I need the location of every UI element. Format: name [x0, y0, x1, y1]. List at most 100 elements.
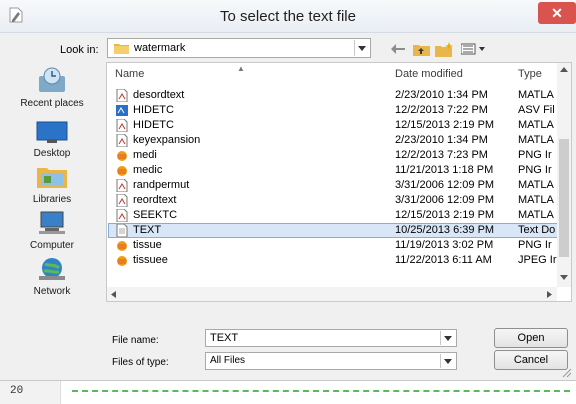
- m-file-icon: [116, 133, 128, 148]
- file-row[interactable]: medi 12/2/2013 7:23 PM PNG Ir: [109, 149, 557, 162]
- file-type: PNG Ir: [518, 239, 552, 251]
- file-type: ASV Fil: [518, 104, 555, 116]
- file-list: Name ▲ Date modified Type desordtext 2/23…: [106, 62, 572, 302]
- up-folder-icon[interactable]: [412, 40, 430, 58]
- resize-grip-icon[interactable]: [560, 366, 572, 378]
- file-row[interactable]: desordtext 2/23/2010 1:34 PM MATLA: [109, 88, 557, 103]
- file-name: tissuee: [133, 254, 168, 266]
- file-row[interactable]: medic 11/21/2013 1:18 PM PNG Ir: [109, 164, 557, 177]
- scroll-left-icon[interactable]: [111, 291, 116, 298]
- file-type-dropdown[interactable]: All Files: [205, 352, 457, 370]
- file-row[interactable]: HIDETC 12/2/2013 7:22 PM ASV Fil: [109, 104, 557, 117]
- sidebar-item-label: Computer: [30, 240, 74, 251]
- editor-background: 20: [0, 381, 576, 404]
- desktop-icon: [36, 121, 68, 143]
- column-header-type[interactable]: Type: [518, 63, 542, 85]
- column-header-date[interactable]: Date modified: [395, 63, 463, 85]
- file-row[interactable]: keyexpansion 2/23/2010 1:34 PM MATLA: [109, 133, 557, 148]
- chevron-down-icon[interactable]: [440, 354, 455, 368]
- sidebar-item-label: Libraries: [32, 194, 72, 205]
- look-in-value: watermark: [134, 42, 186, 54]
- file-type-value: All Files: [210, 355, 246, 366]
- file-type: JPEG Ir: [518, 254, 557, 266]
- file-date: 12/2/2013 7:22 PM: [395, 104, 488, 116]
- sidebar-item-computer[interactable]: Computer: [6, 210, 98, 251]
- file-type: PNG Ir: [518, 149, 552, 161]
- file-name: TEXT: [133, 224, 162, 236]
- image-file-icon: [116, 149, 128, 162]
- view-menu-icon[interactable]: [460, 40, 488, 58]
- vertical-scroll-thumb[interactable]: [559, 139, 569, 257]
- window-title: To select the text file: [220, 8, 356, 25]
- file-type: MATLA: [518, 89, 554, 101]
- sidebar-item-network[interactable]: Network: [6, 256, 98, 297]
- file-row[interactable]: reordtext 3/31/2006 12:09 PM MATLA: [109, 193, 557, 208]
- sidebar-item-label: Network: [33, 286, 71, 297]
- file-row[interactable]: TEXT 10/25/2013 6:39 PM Text Do: [108, 223, 558, 238]
- recent-places-icon: [39, 67, 65, 92]
- image-file-icon: [116, 239, 128, 252]
- file-row[interactable]: randpermut 3/31/2006 12:09 PM MATLA: [109, 178, 557, 193]
- look-in-dropdown[interactable]: watermark: [107, 38, 371, 58]
- file-row[interactable]: HIDETC 12/15/2013 2:19 PM MATLA: [109, 118, 557, 133]
- file-type: MATLA: [518, 134, 554, 146]
- close-button[interactable]: ✕: [538, 2, 576, 24]
- libraries-icon: [37, 168, 67, 188]
- file-name: HIDETC: [133, 104, 174, 116]
- sidebar-item-label: Recent places: [20, 98, 84, 109]
- new-folder-icon[interactable]: [434, 40, 454, 58]
- image-file-icon: [116, 164, 128, 177]
- file-date: 12/2/2013 7:23 PM: [395, 149, 488, 161]
- network-icon: [39, 258, 65, 280]
- sidebar-item-recent-places[interactable]: Recent places: [6, 66, 98, 109]
- file-type: PNG Ir: [518, 164, 552, 176]
- file-row[interactable]: SEEKTC 12/15/2013 2:19 PM MATLA: [109, 208, 557, 223]
- file-dialog: To select the text file ✕ Look in: water…: [0, 0, 576, 381]
- m-file-icon: [116, 193, 128, 208]
- asv-file-icon: [116, 104, 128, 117]
- file-name: reordtext: [133, 194, 177, 206]
- cell-divider: [72, 390, 570, 392]
- file-date: 2/23/2010 1:34 PM: [395, 134, 488, 146]
- look-in-label: Look in:: [60, 44, 99, 56]
- column-header-name[interactable]: Name: [115, 63, 144, 85]
- places-sidebar: Recent places Desktop Libraries Computer…: [6, 66, 98, 298]
- title-bar: To select the text file ✕: [0, 0, 576, 33]
- back-arrow-icon[interactable]: [390, 40, 406, 58]
- file-type-label: Files of type:: [112, 357, 169, 368]
- file-name: desordtext: [133, 89, 185, 101]
- horizontal-scrollbar[interactable]: [107, 287, 557, 301]
- m-file-icon: [116, 118, 128, 133]
- file-row[interactable]: tissuee 11/22/2013 6:11 AM JPEG Ir: [109, 254, 557, 267]
- file-date: 3/31/2006 12:09 PM: [395, 179, 495, 191]
- sidebar-item-desktop[interactable]: Desktop: [6, 120, 98, 159]
- file-name: tissue: [133, 239, 162, 251]
- open-button[interactable]: Open: [494, 328, 568, 348]
- file-name-field[interactable]: TEXT: [205, 329, 457, 347]
- cancel-button[interactable]: Cancel: [494, 350, 568, 370]
- file-type: MATLA: [518, 209, 554, 221]
- file-date: 12/15/2013 2:19 PM: [395, 209, 495, 221]
- scroll-right-icon[interactable]: [547, 291, 552, 298]
- sidebar-item-label: Desktop: [33, 148, 71, 159]
- m-file-icon: [116, 88, 128, 103]
- chevron-down-icon[interactable]: [440, 331, 455, 345]
- file-name: SEEKTC: [133, 209, 178, 221]
- sidebar-item-libraries[interactable]: Libraries: [6, 164, 98, 205]
- file-type: MATLA: [518, 194, 554, 206]
- file-date: 11/19/2013 3:02 PM: [395, 239, 494, 251]
- computer-icon: [39, 211, 65, 234]
- scroll-up-icon[interactable]: [560, 67, 568, 72]
- vertical-scrollbar[interactable]: [557, 63, 571, 287]
- file-name: HIDETC: [133, 119, 174, 131]
- file-date: 10/25/2013 6:39 PM: [395, 224, 495, 236]
- file-type: Text Do: [518, 224, 556, 236]
- file-name: medi: [133, 149, 157, 161]
- file-name-label: File name:: [112, 335, 159, 346]
- file-row[interactable]: tissue 11/19/2013 3:02 PM PNG Ir: [109, 239, 557, 252]
- chevron-down-icon[interactable]: [354, 40, 369, 56]
- m-file-icon: [116, 178, 128, 193]
- file-name: randpermut: [133, 179, 190, 191]
- file-type: MATLA: [518, 119, 554, 131]
- scroll-down-icon[interactable]: [560, 275, 568, 280]
